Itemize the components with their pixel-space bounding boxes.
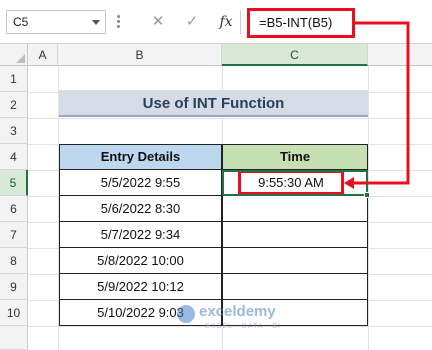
- watermark: exceldemy EXCEL · DATA · BI: [177, 303, 307, 343]
- annotation-arrow: [344, 21, 410, 189]
- watermark-tagline: EXCEL · DATA · BI: [205, 323, 281, 330]
- exceldemy-logo-icon: [177, 305, 195, 323]
- arrow-head-icon: [344, 177, 354, 189]
- arrow-line: [351, 21, 410, 185]
- watermark-name: exceldemy: [199, 303, 276, 320]
